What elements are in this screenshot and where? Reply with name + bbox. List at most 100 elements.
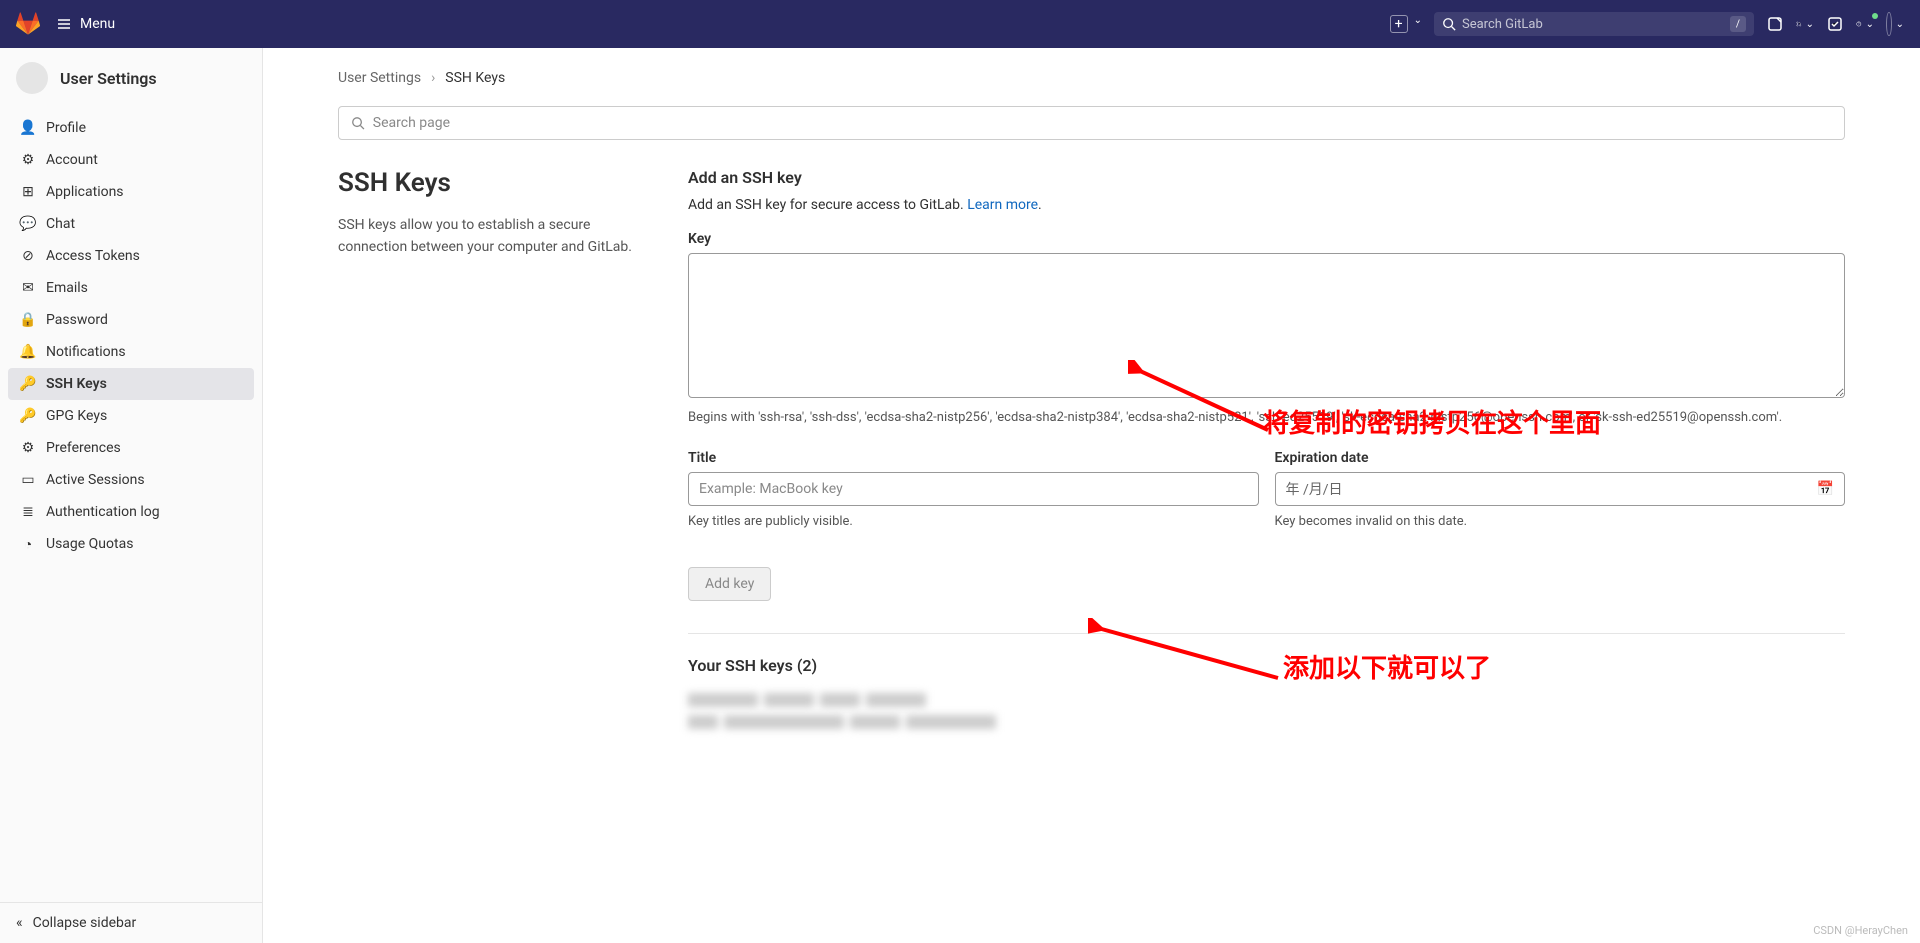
sidebar-item-notifications[interactable]: 🔔 Notifications [8, 336, 254, 368]
password-icon: 🔒 [20, 312, 36, 328]
sidebar-item-account[interactable]: ⚙ Account [8, 144, 254, 176]
notifications-icon: 🔔 [20, 344, 36, 360]
new-dropdown[interactable]: + ⌄ [1390, 15, 1422, 33]
keys-list-heading: Your SSH keys (2) [688, 656, 1845, 675]
sidebar-items: 👤 Profile ⚙ Account ⊞ Applications 💬 Chat ⊘ Acces… [0, 108, 262, 902]
global-search[interactable]: / [1434, 12, 1754, 36]
top-header: Menu + ⌄ / ⌄ ?⌄ ⌄ [0, 0, 1920, 48]
calendar-icon: 📅 [1817, 481, 1834, 497]
profile-icon: 👤 [20, 120, 36, 136]
header-right: + ⌄ / ⌄ ?⌄ ⌄ [1390, 12, 1904, 36]
watermark: CSDN @HerayChen [1813, 924, 1908, 937]
slash-shortcut: / [1730, 16, 1746, 32]
title-input[interactable] [688, 472, 1259, 506]
sidebar-item-label: SSH Keys [46, 376, 107, 392]
main-content: User Settings › SSH Keys SSH Keys SSH ke… [263, 48, 1920, 943]
sidebar-item-label: Profile [46, 120, 86, 136]
breadcrumb-root[interactable]: User Settings [338, 70, 421, 86]
ssh-key-form: Add an SSH key Add an SSH key for secure… [688, 168, 1845, 737]
sidebar-item-access-tokens[interactable]: ⊘ Access Tokens [8, 240, 254, 272]
sidebar-item-label: Authentication log [46, 504, 160, 520]
title-hint: Key titles are publicly visible. [688, 512, 1259, 532]
issues-icon[interactable] [1766, 15, 1784, 33]
sidebar-item-chat[interactable]: 💬 Chat [8, 208, 254, 240]
sidebar-item-applications[interactable]: ⊞ Applications [8, 176, 254, 208]
sidebar-item-preferences[interactable]: ⚙ Preferences [8, 432, 254, 464]
user-avatar[interactable]: ⌄ [1886, 15, 1904, 33]
active-sessions-icon: ▭ [20, 472, 36, 488]
search-input[interactable] [1462, 17, 1730, 32]
divider [688, 633, 1845, 634]
sidebar-item-label: Account [46, 152, 98, 168]
access-tokens-icon: ⊘ [20, 248, 36, 264]
sidebar-item-label: Active Sessions [46, 472, 145, 488]
emails-icon: ✉ [20, 280, 36, 296]
hamburger-icon [56, 16, 72, 32]
header-left: Menu [16, 12, 115, 36]
search-icon [1442, 17, 1456, 31]
add-key-button[interactable]: Add key [688, 567, 771, 601]
sidebar-item-label: Emails [46, 280, 88, 296]
usage-quotas-icon: ◔ [20, 536, 36, 552]
expiration-label: Expiration date [1275, 450, 1846, 466]
sidebar-item-emails[interactable]: ✉ Emails [8, 272, 254, 304]
account-icon: ⚙ [20, 152, 36, 168]
expiration-hint: Key becomes invalid on this date. [1275, 512, 1846, 532]
sidebar-item-label: Notifications [46, 344, 126, 360]
sidebar-item-label: Access Tokens [46, 248, 140, 264]
svg-text:?: ? [1858, 22, 1860, 26]
chevron-down-icon: ⌄ [1414, 15, 1422, 33]
sidebar: User Settings 👤 Profile ⚙ Account ⊞ Applicati… [0, 48, 263, 943]
ssh-key-row [688, 715, 1845, 729]
key-label: Key [688, 231, 1845, 247]
breadcrumb-current: SSH Keys [445, 70, 505, 86]
ssh-key-row [688, 693, 1845, 707]
sidebar-item-label: GPG Keys [46, 408, 107, 424]
sidebar-item-label: Usage Quotas [46, 536, 133, 552]
key-textarea[interactable] [688, 253, 1845, 398]
chevron-right-icon: › [431, 70, 435, 86]
sidebar-item-authentication-log[interactable]: ≣ Authentication log [8, 496, 254, 528]
menu-button[interactable]: Menu [56, 16, 115, 32]
section-intro: SSH Keys SSH keys allow you to establish… [338, 168, 648, 737]
applications-icon: ⊞ [20, 184, 36, 200]
sidebar-header[interactable]: User Settings [0, 48, 262, 108]
title-label: Title [688, 450, 1259, 466]
sidebar-item-password[interactable]: 🔒 Password [8, 304, 254, 336]
sidebar-item-active-sessions[interactable]: ▭ Active Sessions [8, 464, 254, 496]
sidebar-item-label: Applications [46, 184, 124, 200]
sidebar-item-profile[interactable]: 👤 Profile [8, 112, 254, 144]
merge-requests-icon[interactable]: ⌄ [1796, 15, 1814, 33]
page-search[interactable] [338, 106, 1845, 140]
sidebar-item-usage-quotas[interactable]: ◔ Usage Quotas [8, 528, 254, 560]
gitlab-logo-icon[interactable] [16, 12, 40, 36]
expiration-input[interactable]: 年 /月/日 📅 [1275, 472, 1846, 506]
form-heading: Add an SSH key [688, 168, 1845, 187]
todos-icon[interactable] [1826, 15, 1844, 33]
ssh-keys-icon: 🔑 [20, 376, 36, 392]
plus-icon: + [1390, 15, 1408, 33]
sidebar-item-ssh-keys[interactable]: 🔑 SSH Keys [8, 368, 254, 400]
gpg-keys-icon: 🔑 [20, 408, 36, 424]
sidebar-title: User Settings [60, 69, 157, 88]
breadcrumb: User Settings › SSH Keys [338, 70, 1845, 86]
authentication-log-icon: ≣ [20, 504, 36, 520]
collapse-label: Collapse sidebar [33, 915, 137, 931]
sidebar-item-gpg-keys[interactable]: 🔑 GPG Keys [8, 400, 254, 432]
collapse-icon: « [16, 915, 23, 931]
sidebar-item-label: Preferences [46, 440, 121, 456]
chat-icon: 💬 [20, 216, 36, 232]
page-search-input[interactable] [373, 115, 1832, 131]
preferences-icon: ⚙ [20, 440, 36, 456]
collapse-sidebar-button[interactable]: « Collapse sidebar [0, 902, 262, 943]
form-subtext: Add an SSH key for secure access to GitL… [688, 197, 1845, 213]
date-placeholder: 年 /月/日 [1286, 479, 1343, 499]
annotation-text-2: 添加以下就可以了 [1283, 648, 1491, 685]
sidebar-item-label: Chat [46, 216, 75, 232]
learn-more-link[interactable]: Learn more [967, 197, 1038, 213]
menu-label: Menu [80, 16, 115, 32]
section-desc: SSH keys allow you to establish a secure… [338, 214, 648, 259]
sidebar-item-label: Password [46, 312, 108, 328]
section-title: SSH Keys [338, 168, 648, 198]
help-icon[interactable]: ?⌄ [1856, 15, 1874, 33]
